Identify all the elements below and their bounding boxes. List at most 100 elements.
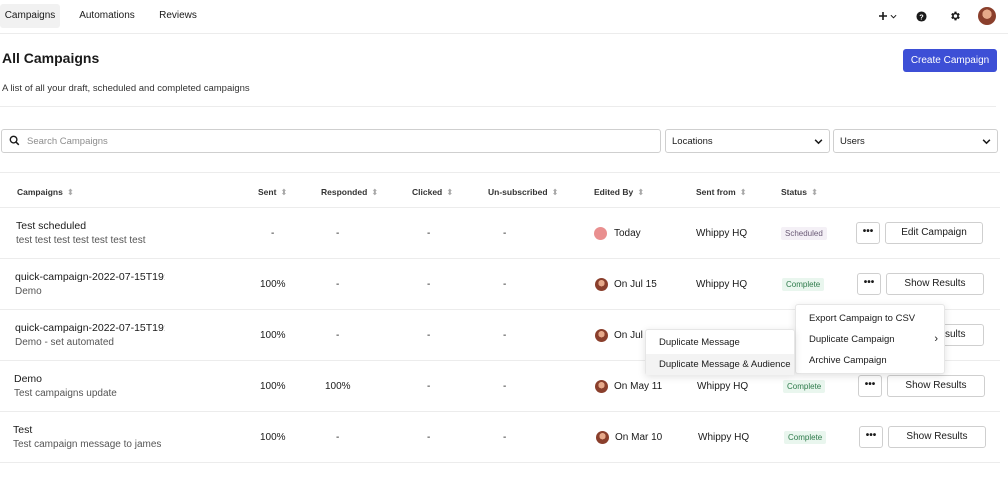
sort-icon: ⬍ [810, 187, 819, 197]
sent-value: 100% [260, 330, 286, 341]
sent-from-value: Whippy HQ [696, 279, 748, 290]
status-badge: Scheduled [781, 227, 827, 240]
unsubscribed-value: - [503, 381, 507, 392]
sent-value: 100% [260, 381, 286, 392]
clicked-value: - [427, 228, 431, 239]
chevron-down-icon [890, 14, 896, 19]
table-header: Campaigns ⬍ Sent ⬍ Responded ⬍ Clicked ⬍ Un-… [0, 172, 1000, 208]
show-results-button[interactable]: Show Results [887, 375, 985, 397]
campaign-message: Test campaigns update [14, 388, 117, 399]
campaign-name[interactable]: Test [13, 424, 163, 436]
header-unsubscribed[interactable]: Un-subscribed ⬍ [488, 187, 559, 198]
unsubscribed-value: - [503, 279, 507, 290]
responded-value: 100% [325, 381, 351, 392]
sent-value: - [271, 228, 275, 239]
duplicate-submenu: Duplicate Message Duplicate Message & Au… [645, 329, 795, 375]
header-label: Sent [258, 187, 277, 197]
header-clicked[interactable]: Clicked ⬍ [412, 187, 453, 198]
sort-icon: ⬍ [551, 187, 559, 197]
create-campaign-button[interactable]: Create Campaign [903, 49, 997, 72]
responded-value: - [336, 279, 340, 290]
header-status[interactable]: Status ⬍ [781, 187, 818, 198]
menu-item-export-csv[interactable]: Export Campaign to CSV [796, 313, 944, 324]
campaign-name[interactable]: quick-campaign-2022-07-15T19:29 [15, 271, 165, 283]
table-row[interactable]: Test scheduled test test test test test … [0, 208, 1000, 259]
more-actions-button[interactable]: ••• [857, 273, 881, 295]
page-subtitle: A list of all your draft, scheduled and … [2, 83, 250, 94]
edited-value: On May 11 [614, 381, 663, 392]
sent-value: 100% [260, 279, 286, 290]
header-label: Responded [321, 187, 368, 197]
divider [0, 106, 996, 107]
header-campaigns[interactable]: Campaigns ⬍ [17, 187, 74, 198]
menu-item-duplicate-message-audience[interactable]: Duplicate Message & Audience [646, 354, 794, 375]
more-actions-button[interactable]: ••• [856, 222, 880, 244]
header-label: Sent from [696, 187, 736, 197]
clicked-value: - [427, 381, 431, 392]
header-sent-from[interactable]: Sent from ⬍ [696, 187, 747, 198]
sent-from-value: Whippy HQ [698, 432, 750, 443]
sort-icon: ⬍ [280, 187, 288, 197]
tab-reviews[interactable]: Reviews [152, 4, 204, 28]
table-row[interactable]: quick-campaign-2022-07-15T19:29 Demo 100… [0, 259, 1000, 310]
campaign-name[interactable]: quick-campaign-2022-07-15T19:26 [15, 322, 165, 334]
locations-label: Locations [672, 136, 713, 147]
show-results-button[interactable]: Show Results [888, 426, 986, 448]
chevron-down-icon [814, 139, 823, 145]
header-sent[interactable]: Sent ⬍ [258, 187, 288, 198]
edited-value: On Mar 10 [615, 432, 663, 443]
menu-item-archive-campaign[interactable]: Archive Campaign [796, 355, 944, 366]
tab-automations[interactable]: Automations [72, 4, 142, 28]
status-badge: Complete [784, 431, 827, 444]
avatar [595, 278, 608, 291]
header-edited-by[interactable]: Edited By ⬍ [594, 187, 644, 198]
chevron-right-icon: › [934, 333, 938, 345]
responded-value: - [336, 330, 340, 341]
sort-icon: ⬍ [446, 187, 454, 197]
campaign-name[interactable]: Test scheduled [16, 220, 166, 232]
edit-campaign-button[interactable]: Edit Campaign [885, 222, 983, 244]
sort-icon: ⬍ [371, 187, 379, 197]
sent-from-value: Whippy HQ [697, 381, 749, 392]
page-title: All Campaigns [2, 50, 100, 66]
users-label: Users [840, 136, 865, 147]
clicked-value: - [427, 279, 431, 290]
help-button[interactable]: ? [913, 8, 929, 24]
settings-button[interactable] [947, 8, 963, 24]
locations-dropdown[interactable]: Locations [665, 129, 830, 153]
users-dropdown[interactable]: Users [833, 129, 998, 153]
header-responded[interactable]: Responded ⬍ [321, 187, 378, 198]
search-input[interactable]: Search Campaigns [1, 129, 661, 153]
sent-value: 100% [260, 432, 286, 443]
menu-item-duplicate-message[interactable]: Duplicate Message [646, 333, 794, 353]
add-menu-button[interactable] [876, 8, 898, 24]
help-icon: ? [915, 10, 927, 22]
tab-campaigns[interactable]: Campaigns [0, 4, 60, 28]
sort-icon: ⬍ [739, 187, 747, 197]
status-badge: Complete [783, 380, 826, 393]
chevron-down-icon [982, 139, 991, 145]
svg-text:?: ? [919, 12, 924, 21]
responded-value: - [336, 228, 340, 239]
header-label: Clicked [412, 187, 443, 197]
plus-icon [878, 12, 887, 20]
campaign-message: Demo - set automated [15, 337, 114, 348]
avatar[interactable] [978, 7, 996, 25]
show-results-button[interactable]: Show Results [886, 273, 984, 295]
sort-icon: ⬍ [66, 187, 74, 197]
clicked-value: - [427, 330, 431, 341]
menu-item-duplicate-campaign[interactable]: Duplicate Campaign › [796, 333, 944, 345]
edited-value: Today [614, 228, 641, 239]
table-row[interactable]: Test Test campaign message to james 100%… [0, 412, 1000, 463]
status-badge: Complete [782, 278, 825, 291]
more-actions-button[interactable]: ••• [858, 375, 882, 397]
search-icon [9, 135, 20, 146]
edited-value: On Jul 15 [614, 279, 657, 290]
more-actions-button[interactable]: ••• [859, 426, 883, 448]
campaign-message: Test campaign message to james [13, 439, 162, 450]
campaign-name[interactable]: Demo [14, 373, 164, 385]
header-label: Status [781, 187, 807, 197]
avatar [594, 227, 607, 240]
avatar [595, 380, 608, 393]
responded-value: - [336, 432, 340, 443]
